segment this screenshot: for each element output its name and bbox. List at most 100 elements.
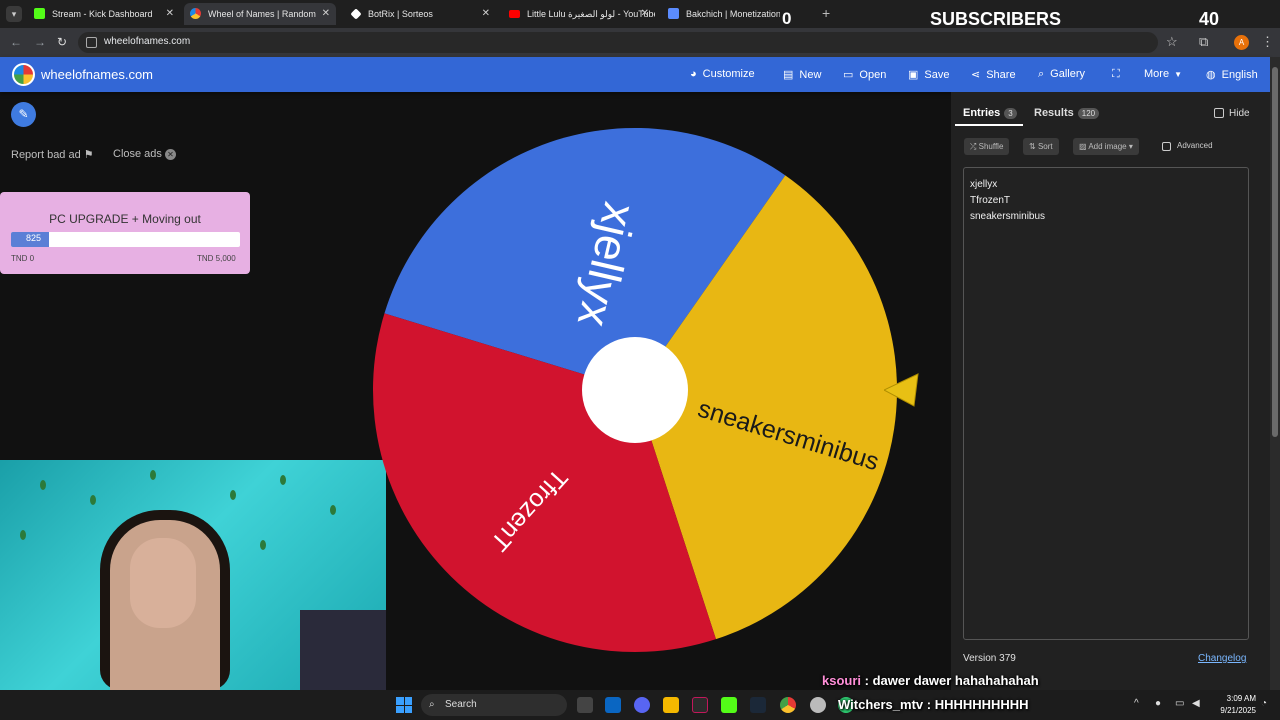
chevron-down-icon: ▼ — [1174, 70, 1182, 79]
scrollbar-thumb[interactable] — [1272, 67, 1278, 437]
share-button[interactable]: ⋖ Share — [971, 68, 1016, 81]
results-count-badge: 120 — [1077, 108, 1100, 119]
close-circle-icon: ✕ — [164, 149, 176, 160]
extensions-icon[interactable]: ⧉ — [1199, 34, 1208, 50]
app-icon[interactable] — [810, 697, 826, 713]
close-tab-icon[interactable]: ✕ — [322, 3, 330, 25]
entry-line: xjellyx — [970, 179, 998, 190]
tab-entries[interactable]: Entries 3 — [963, 107, 1017, 119]
taskbar-clock[interactable]: 3:09 AM 9/21/2025 — [1212, 693, 1256, 717]
streamer-webcam — [0, 460, 386, 692]
tab-title: Stream - Kick Dashboard — [52, 9, 153, 19]
open-button[interactable]: ▭ Open — [843, 68, 886, 81]
tab-search-menu-icon[interactable]: ▾ — [6, 6, 22, 22]
gallery-button[interactable]: ⌕ Gallery — [1038, 68, 1085, 81]
site-title[interactable]: wheelofnames.com — [41, 67, 153, 82]
app-icon[interactable] — [692, 697, 708, 713]
back-icon[interactable]: ← — [10, 35, 22, 49]
save-icon: ▣ — [908, 69, 919, 81]
close-tab-icon[interactable]: ✕ — [166, 3, 174, 25]
site-header: wheelofnames.com ◕ Customize ▤ New ▭ Open ▣… — [0, 57, 1270, 92]
close-tab-icon[interactable]: ✕ — [641, 3, 649, 25]
language-button[interactable]: ◍ English — [1206, 68, 1258, 81]
close-ads-link[interactable]: Close ads ✕ — [113, 148, 176, 160]
changelog-link[interactable]: Changelog — [1198, 653, 1246, 664]
forward-icon[interactable]: → — [34, 35, 46, 49]
goal-progress-bar: 825 — [11, 232, 240, 247]
bakchich-favicon-icon — [668, 8, 679, 19]
hide-checkbox[interactable] — [1214, 108, 1224, 118]
clock-date: 9/21/2025 — [1220, 706, 1256, 715]
edit-pencil-button[interactable]: ✎ — [11, 102, 36, 127]
browser-tab-bakchich[interactable]: Bakchich | Monetization for — [662, 3, 780, 25]
chat-username: ksouri — [822, 673, 862, 688]
save-button[interactable]: ▣ Save — [908, 68, 949, 81]
page-scrollbar[interactable] — [1270, 57, 1280, 690]
outlook-icon[interactable] — [605, 697, 621, 713]
sort-button[interactable]: ⇅ Sort — [1023, 138, 1059, 155]
chrome-icon[interactable] — [780, 697, 796, 713]
wheel-center-hub[interactable] — [582, 337, 688, 443]
windows-start-icon[interactable] — [396, 697, 412, 713]
add-image-button[interactable]: ▨ Add image ▾ — [1073, 138, 1139, 155]
discord-icon[interactable] — [634, 697, 650, 713]
kick-favicon-icon — [34, 8, 45, 19]
new-tab-icon[interactable]: + — [822, 5, 830, 21]
entry-line: TfrozenT — [970, 195, 1011, 206]
kick-app-icon[interactable] — [721, 697, 737, 713]
browser-tab-kick[interactable]: Stream - Kick Dashboard ✕ — [28, 3, 180, 25]
entries-textarea[interactable]: xjellyx TfrozenT sneakersminibus — [963, 167, 1249, 640]
file-explorer-icon[interactable] — [663, 697, 679, 713]
report-bad-ad-link[interactable]: Report bad ad ⚑ — [11, 148, 94, 161]
customize-button[interactable]: ◕ Customize — [690, 68, 755, 80]
name-wheel[interactable]: xjellyxsneakersminibusTfrozenT — [370, 125, 900, 655]
share-icon: ⋖ — [971, 69, 981, 81]
taskbar-search[interactable]: ⌕ Search — [421, 694, 567, 716]
more-button[interactable]: More ▼ — [1144, 68, 1182, 80]
search-icon: ⌕ — [1038, 68, 1045, 80]
search-icon: ⌕ — [429, 699, 435, 710]
advanced-label: Advanced — [1177, 141, 1213, 150]
chat-text: : HHHHHHHHHH — [923, 697, 1029, 712]
network-icon[interactable]: ▭ — [1175, 698, 1184, 709]
notification-icon[interactable]: ◔ — [1261, 698, 1267, 709]
folder-icon: ▭ — [843, 69, 854, 81]
close-tab-icon[interactable]: ✕ — [482, 3, 490, 25]
steam-icon[interactable] — [750, 697, 766, 713]
chat-message: Witchers_mtv : HHHHHHHHHH — [838, 697, 1029, 712]
entries-count-badge: 3 — [1004, 108, 1017, 119]
new-button[interactable]: ▤ New — [783, 68, 821, 81]
clock-time: 3:09 AM — [1226, 694, 1256, 703]
youtube-favicon-icon — [509, 10, 520, 18]
file-icon: ▤ — [783, 69, 794, 81]
tray-expand-icon[interactable]: ^ — [1134, 698, 1139, 709]
flag-icon: ⚑ — [83, 149, 94, 161]
url-field[interactable]: wheelofnames.com — [78, 32, 1158, 53]
advanced-checkbox[interactable] — [1162, 142, 1171, 151]
browser-tab-youtube[interactable]: Little Lulu لولو الصغيرة - YouTube ✕ — [503, 3, 655, 25]
shuffle-icon: ⤮ — [970, 142, 977, 151]
reload-icon[interactable]: ↻ — [57, 35, 67, 49]
bookmark-star-icon[interactable]: ☆ — [1166, 34, 1178, 50]
botrix-favicon-icon — [350, 8, 362, 20]
browser-address-bar: ← → ↻ wheelofnames.com ☆ ⧉ A ⋮ — [0, 28, 1280, 57]
active-tab-indicator — [955, 124, 1023, 126]
site-info-icon[interactable] — [86, 37, 97, 48]
entry-line: sneakersminibus — [970, 211, 1046, 222]
task-view-icon[interactable] — [577, 697, 593, 713]
chevron-down-icon: ▾ — [1128, 142, 1133, 151]
profile-avatar[interactable]: A — [1234, 35, 1249, 50]
wheel-pointer-icon — [884, 373, 919, 407]
tab-results[interactable]: Results 120 — [1034, 107, 1100, 119]
microphone-icon[interactable]: ● — [1155, 698, 1161, 709]
browser-tab-wheel-of-names[interactable]: Wheel of Names | Random ✕ — [184, 3, 336, 25]
overlay-count-left: 0 — [782, 9, 792, 28]
goal-current-value: 825 — [26, 233, 42, 243]
browser-menu-icon[interactable]: ⋮ — [1261, 34, 1274, 50]
shuffle-button[interactable]: ⤮ Shuffle — [964, 138, 1010, 155]
browser-tab-botrix[interactable]: BotRix | Sorteos ✕ — [344, 3, 496, 25]
subscribers-count: 40 — [1199, 9, 1220, 29]
fullscreen-button[interactable]: ⛶ — [1112, 68, 1126, 81]
volume-icon[interactable]: ◀ — [1192, 698, 1200, 709]
wheel-logo-icon[interactable] — [12, 63, 35, 86]
